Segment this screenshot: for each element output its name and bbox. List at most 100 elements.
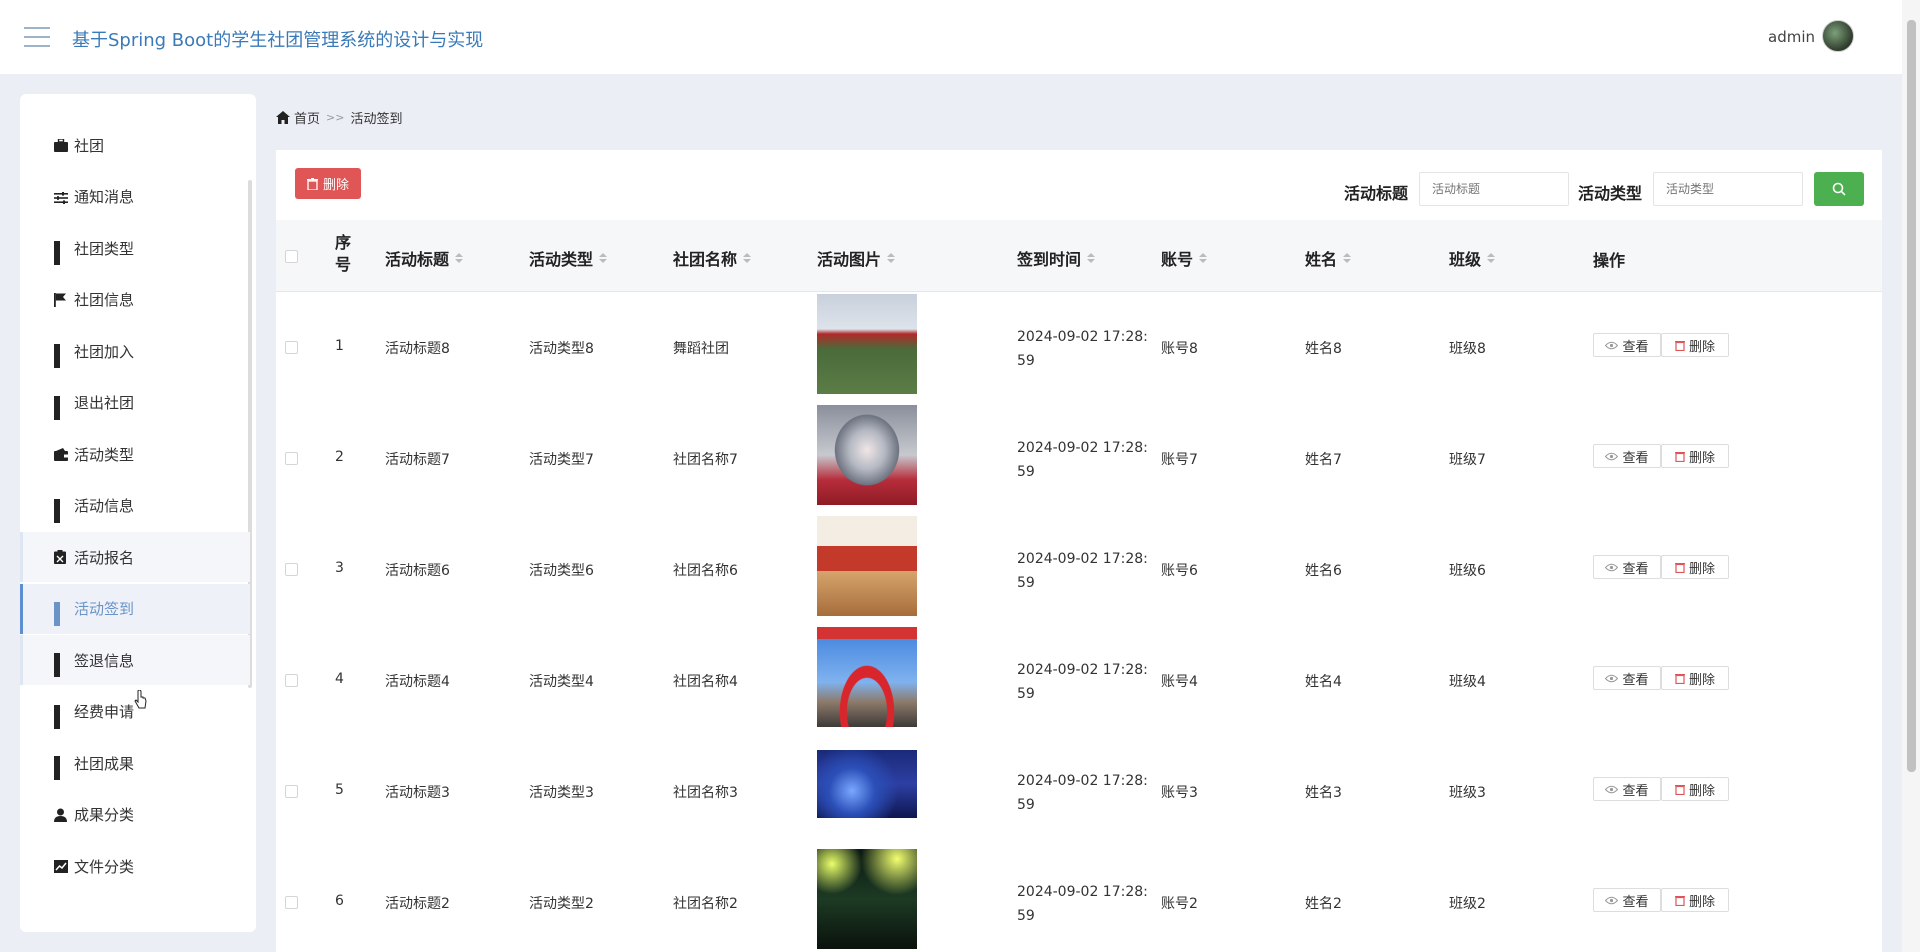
user-icon [54,808,68,822]
eye-icon [1605,896,1619,904]
delete-button[interactable]: 删除 [1661,777,1729,801]
sort-icon[interactable] [1199,253,1208,263]
search-button[interactable] [1814,172,1864,206]
activity-image[interactable] [817,405,917,505]
cell-time-line1: 2024-09-02 17:28: [1017,440,1148,456]
header-image-label: 活动图片 [817,250,882,269]
eye-icon [1605,785,1619,793]
view-button[interactable]: 查看 [1593,333,1661,357]
sidebar-item-1[interactable]: 社团 [20,120,250,170]
sidebar-item-3[interactable]: 社团类型 [20,223,250,273]
cell-account: 账号7 [1161,452,1198,468]
view-button[interactable]: 查看 [1593,888,1661,912]
row-checkbox[interactable] [285,785,298,798]
row-checkbox[interactable] [285,674,298,687]
activity-image[interactable] [817,627,917,727]
sidebar-item-14[interactable]: 成果分类 [20,790,250,840]
delete-label: 删除 [1688,339,1715,355]
sort-icon[interactable] [1087,253,1096,263]
header-title[interactable]: 活动标题 [385,246,464,270]
delete-button[interactable]: 删除 [1661,333,1729,357]
view-button[interactable]: 查看 [1593,666,1661,690]
sidebar-item-10[interactable]: 活动签到 [20,583,250,634]
cell-time-line2: 59 [1017,575,1035,591]
header-club[interactable]: 社团名称 [673,246,752,270]
sort-icon[interactable] [1487,253,1496,263]
row-checkbox[interactable] [285,452,298,465]
delete-label: 删除 [1688,672,1715,688]
cell-account: 账号3 [1161,785,1198,801]
sidebar-item-label: 活动类型 [74,445,135,464]
sort-icon[interactable] [743,253,752,263]
cell-name: 姓名4 [1305,674,1342,690]
cell-time-line1: 2024-09-02 17:28: [1017,884,1148,900]
view-button[interactable]: 查看 [1593,777,1661,801]
sidebar-item-2[interactable]: 通知消息 [20,172,250,222]
sort-icon[interactable] [455,253,464,263]
breadcrumb-current: 活动签到 [350,112,403,127]
sidebar-item-15[interactable]: 文件分类 [20,841,250,891]
table-row: 1 活动标题8 活动类型8 舞蹈社团 账号8 姓名8 班级8 2024-09-02 17:28… [276,292,1882,403]
user-name[interactable]: admin [1768,28,1815,46]
select-all-checkbox[interactable] [285,250,298,263]
scrollbar-thumb[interactable] [1907,20,1916,772]
sidebar-item-6[interactable]: 退出社团 [20,378,250,428]
eye-icon [1605,452,1619,460]
grid-icon [54,395,68,420]
cell-name: 姓名8 [1305,341,1342,357]
delete-button[interactable]: 删除 [1661,444,1729,468]
view-button[interactable]: 查看 [1593,444,1661,468]
trash-icon [1674,784,1685,795]
header-name[interactable]: 姓名 [1305,246,1352,270]
cell-time-line1: 2024-09-02 17:28: [1017,551,1148,567]
sidebar-item-9[interactable]: 活动报名 [20,532,250,582]
grid-icon [54,344,68,368]
header-image[interactable]: 活动图片 [817,246,896,270]
cell-index: 1 [335,338,344,354]
sidebar-item-7[interactable]: 活动类型 [20,429,250,479]
batch-delete-button[interactable]: 删除 [295,168,361,199]
delete-label: 删除 [1688,561,1715,577]
header-type[interactable]: 活动类型 [529,246,608,270]
header-class[interactable]: 班级 [1449,246,1496,270]
delete-button[interactable]: 删除 [1661,555,1729,579]
delete-button[interactable]: 删除 [1661,888,1729,912]
sort-icon[interactable] [887,253,896,263]
delete-button[interactable]: 删除 [1661,666,1729,690]
cell-index: 6 [335,893,344,909]
row-checkbox[interactable] [285,341,298,354]
sidebar-item-11[interactable]: 签退信息 [20,635,250,685]
sidebar-item-8[interactable]: 活动信息 [20,481,250,531]
activity-image[interactable] [817,294,917,394]
menu-toggle-icon[interactable] [24,27,50,47]
batch-delete-label: 删除 [322,178,349,193]
sidebar-item-label: 签退信息 [74,651,135,670]
header-account[interactable]: 账号 [1161,246,1208,270]
filter-title-input[interactable] [1419,172,1569,206]
sidebar-item-4[interactable]: 社团信息 [20,275,250,325]
sidebar-item-13[interactable]: 社团成果 [20,738,250,788]
sidebar-item-label: 退出社团 [74,394,135,412]
row-checkbox[interactable] [285,563,298,576]
activity-image[interactable] [817,849,917,949]
eye-icon [1605,674,1619,682]
sort-icon[interactable] [599,253,608,263]
avatar[interactable] [1822,20,1854,52]
view-button[interactable]: 查看 [1593,555,1661,579]
cell-time: 2024-09-02 17:28: 59 [1017,880,1148,928]
home-icon[interactable] [276,111,290,124]
page-scrollbar[interactable] [1902,0,1920,952]
sidebar-item-5[interactable]: 社团加入 [20,326,250,376]
cell-name: 姓名3 [1305,785,1342,801]
sort-icon[interactable] [1343,253,1352,263]
breadcrumb-home[interactable]: 首页 [294,108,320,127]
trash-icon [1674,562,1685,573]
activity-image[interactable] [817,516,917,616]
eye-icon [1605,563,1619,571]
header-time[interactable]: 签到时间 [1017,246,1096,270]
cell-time-line1: 2024-09-02 17:28: [1017,773,1148,789]
activity-image[interactable] [817,750,917,818]
cell-time-line2: 59 [1017,797,1035,813]
row-checkbox[interactable] [285,896,298,909]
filter-type-input[interactable] [1653,172,1803,206]
